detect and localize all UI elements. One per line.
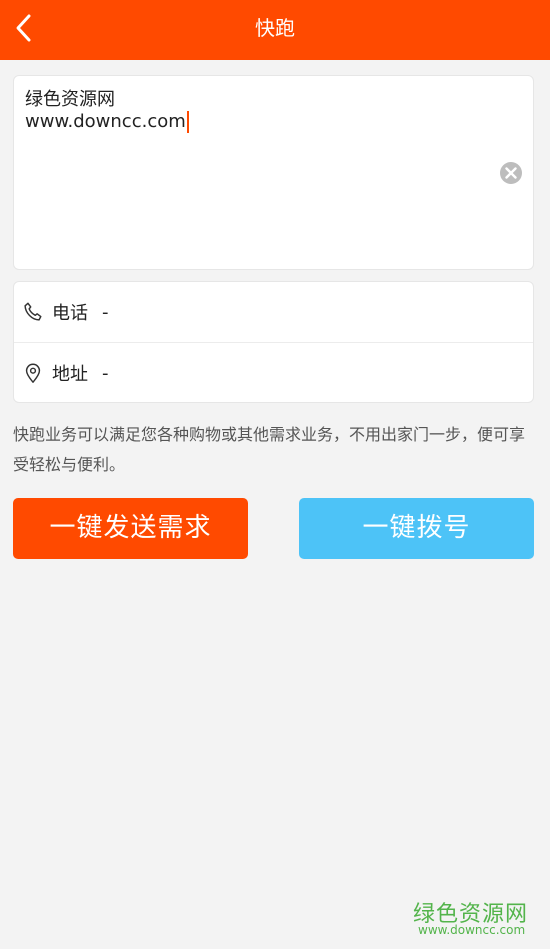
address-value: - — [102, 362, 109, 384]
send-request-button[interactable]: 一键发送需求 — [13, 498, 248, 559]
phone-value: - — [102, 301, 109, 323]
phone-row[interactable]: 电话 - — [14, 282, 533, 342]
address-row[interactable]: 地址 - — [14, 343, 533, 403]
top-bar: 快跑 — [0, 0, 550, 60]
request-text-area[interactable]: 绿色资源网 www.downcc.com — [13, 75, 534, 270]
request-text-value[interactable]: 绿色资源网 www.downcc.com — [25, 89, 483, 133]
service-description: 快跑业务可以满足您各种购物或其他需求业务，不用出家门一步，便可享受轻松与便利。 — [13, 425, 526, 474]
phone-label: 电话 — [52, 303, 88, 324]
phone-icon — [24, 302, 42, 321]
dial-button[interactable]: 一键拨号 — [299, 498, 534, 559]
location-pin-icon — [25, 363, 41, 383]
watermark-url: www.downcc.com — [418, 923, 526, 937]
text-caret — [186, 111, 189, 133]
request-text-content: 绿色资源网 www.downcc.com — [25, 89, 186, 132]
clear-circle-icon — [500, 162, 522, 184]
address-label: 地址 — [52, 364, 88, 385]
contact-info-card: 电话 - 地址 - — [13, 281, 534, 403]
page-title: 快跑 — [255, 16, 295, 40]
clear-text-button[interactable] — [499, 161, 523, 185]
